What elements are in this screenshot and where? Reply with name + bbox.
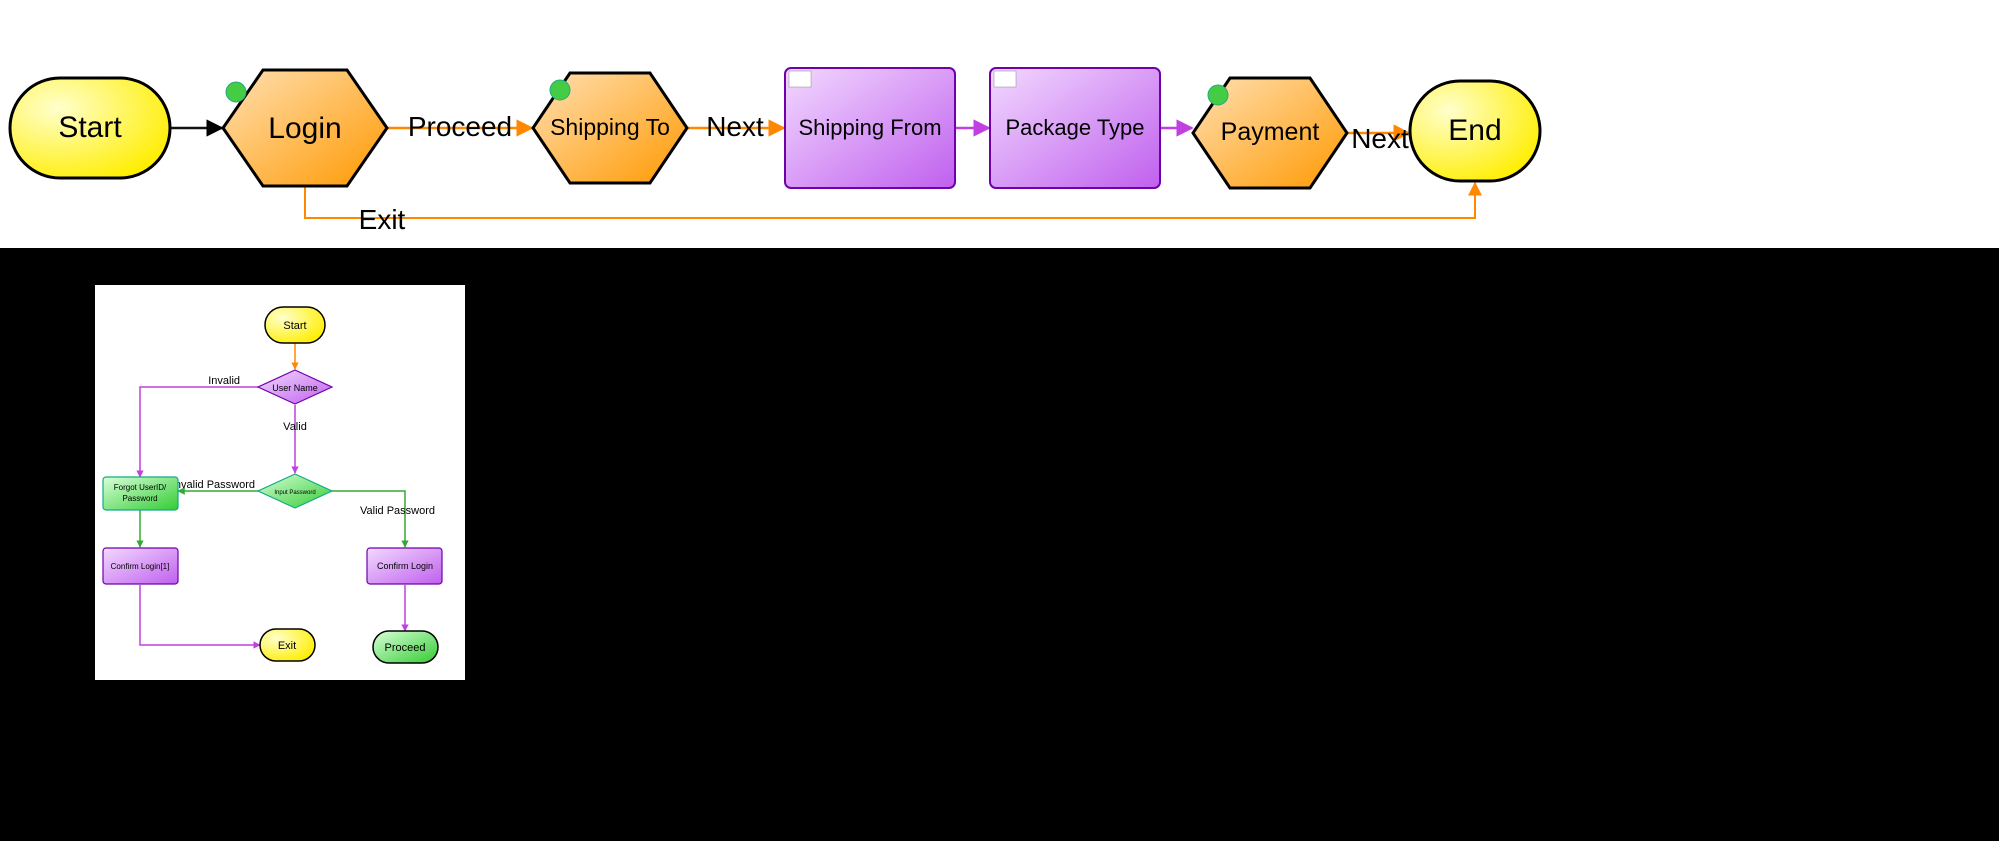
node-end-label: End — [1448, 114, 1501, 147]
node-payment-label: Payment — [1221, 118, 1320, 146]
node-end: End — [1410, 81, 1540, 181]
sub-node-forgot-label-2: Password — [122, 494, 157, 503]
gear-icon — [550, 80, 570, 100]
sub-node-username-label: User Name — [272, 383, 318, 393]
sub-node-exit-label: Exit — [278, 640, 296, 652]
sub-node-input-password-label: Input Password — [274, 490, 315, 496]
node-shipping-to-label: Shipping To — [550, 114, 670, 140]
node-start-label: Start — [58, 111, 122, 144]
edge-label-next2: Next — [1351, 123, 1409, 154]
node-package-type: Package Type — [990, 68, 1160, 188]
node-shipping-from-label: Shipping From — [798, 115, 941, 140]
sub-edge-label-valid: Valid — [283, 421, 307, 433]
node-login-label: Login — [268, 112, 341, 145]
node-start: Start — [10, 78, 170, 178]
sub-edge-label-invalid-password: Invalid Password — [172, 479, 255, 491]
sub-node-confirm2-label: Confirm Login — [377, 561, 433, 571]
edge-label-proceed: Proceed — [408, 111, 512, 142]
edge-label-exit: Exit — [359, 204, 406, 235]
gear-icon — [1208, 85, 1228, 105]
edge-label-next1: Next — [706, 111, 764, 142]
gear-icon — [226, 82, 246, 102]
sub-node-forgot-label-1: Forgot UserID/ — [114, 483, 167, 492]
sub-edge-label-invalid: Invalid — [208, 375, 240, 387]
sub-node-confirm1-label: Confirm Login[1] — [111, 562, 170, 571]
node-package-type-label: Package Type — [1005, 115, 1144, 140]
sub-edge-label-valid-password: Valid Password — [360, 505, 435, 517]
sub-node-start-label: Start — [283, 320, 306, 332]
node-shipping-from: Shipping From — [785, 68, 955, 188]
sub-node-proceed-label: Proceed — [385, 642, 426, 654]
